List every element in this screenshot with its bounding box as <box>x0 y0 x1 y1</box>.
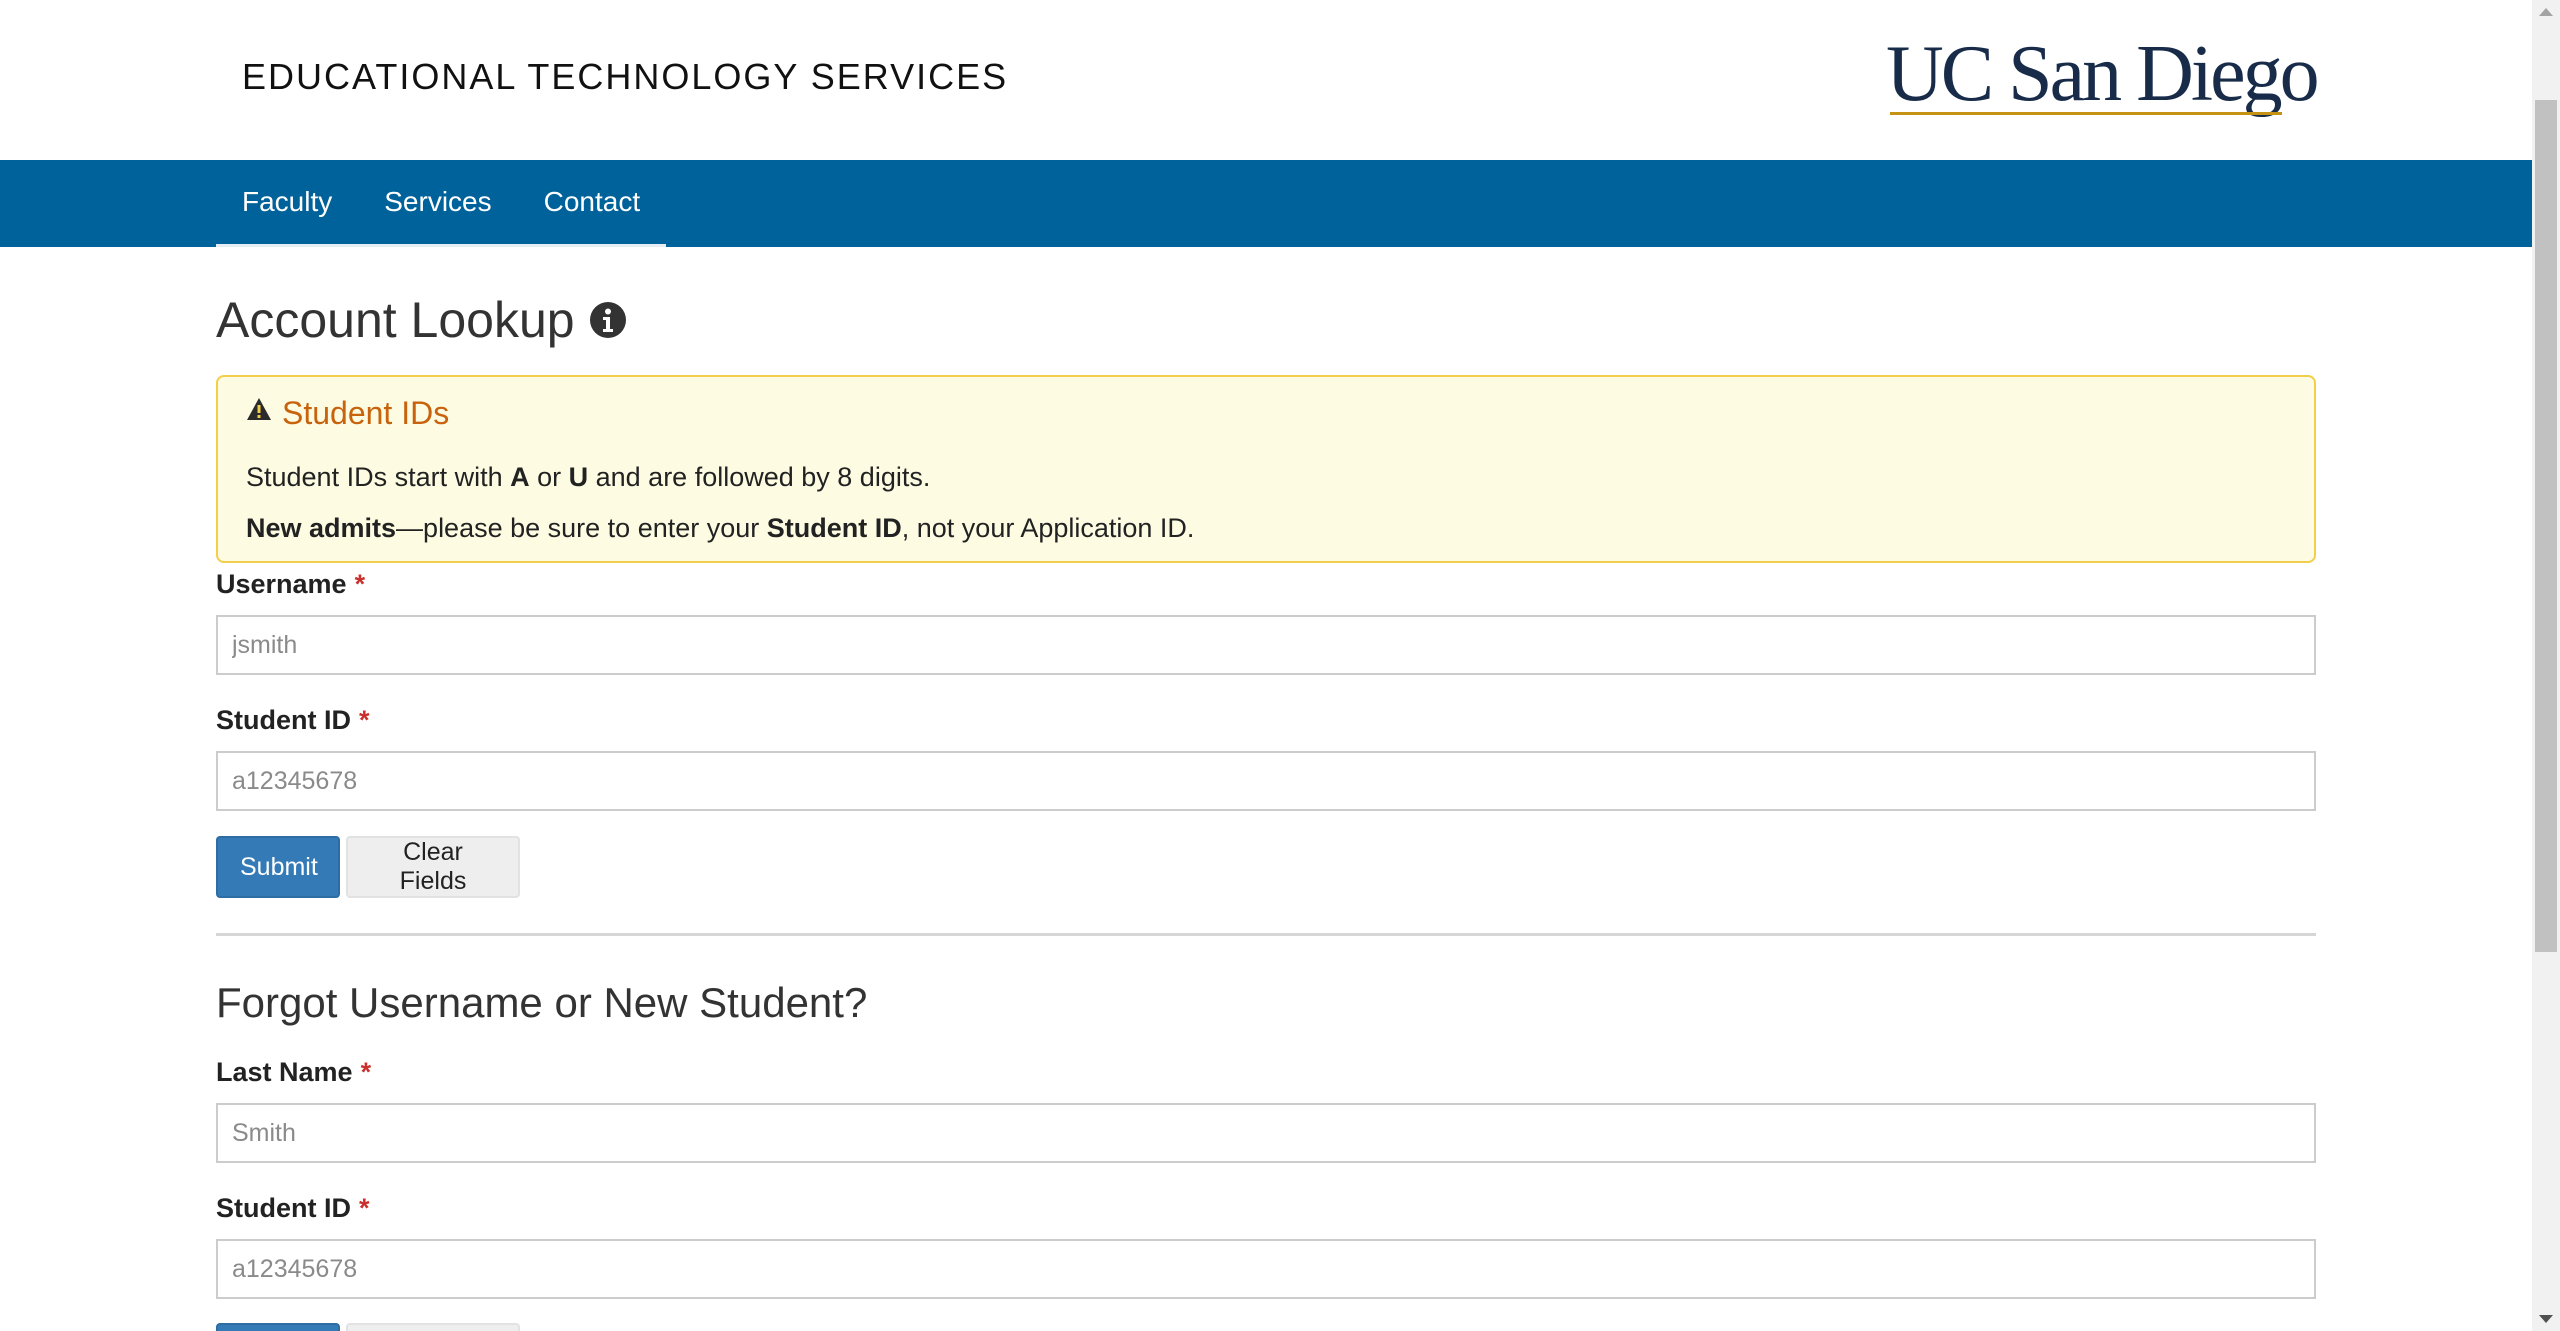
student-id-label-text: Student ID <box>216 705 351 735</box>
site-header: EDUCATIONAL TECHNOLOGY SERVICES UC San D… <box>0 0 2532 160</box>
site-title[interactable]: EDUCATIONAL TECHNOLOGY SERVICES <box>242 56 1008 98</box>
clear-fields-button[interactable]: Clear Fields <box>346 836 520 898</box>
scroll-thumb[interactable] <box>2535 100 2557 952</box>
required-marker: * <box>359 1193 370 1223</box>
username-label: Username * <box>216 569 365 600</box>
logo-text: UC San Diego <box>1886 30 2320 118</box>
alert-title: Student IDs <box>246 395 449 432</box>
scroll-down-arrow-icon[interactable] <box>2539 1315 2553 1323</box>
alert-title-text: Student IDs <box>282 395 450 431</box>
nav-item-services[interactable]: Services <box>358 160 517 244</box>
alert-text: or <box>529 462 569 492</box>
alert-bold-new-admits: New admits <box>246 513 397 543</box>
username-label-text: Username <box>216 569 347 599</box>
forgot-student-id-input[interactable] <box>216 1239 2316 1299</box>
page: EDUCATIONAL TECHNOLOGY SERVICES UC San D… <box>0 0 2532 1331</box>
alert-bold-student-id: Student ID <box>766 513 902 543</box>
alert-text: , not your Application ID. <box>901 513 1195 543</box>
required-marker: * <box>360 1057 372 1087</box>
uc-san-diego-logo[interactable]: UC San Diego <box>1886 30 2320 124</box>
alert-line-new-admits: New admits—please be sure to enter your … <box>246 513 1194 544</box>
student-id-alert: Student IDs Student IDs start with A or … <box>216 375 2316 563</box>
forgot-clear-fields-button[interactable] <box>346 1323 520 1331</box>
page-title-text: Account Lookup <box>216 292 575 348</box>
required-marker: * <box>354 569 366 599</box>
warning-icon <box>247 397 271 420</box>
nav-items: Faculty Services Contact <box>216 160 667 247</box>
last-name-label: Last Name * <box>216 1057 371 1088</box>
alert-text: —please be sure to enter your <box>396 513 767 543</box>
alert-line-id-format: Student IDs start with A or U and are fo… <box>246 462 930 493</box>
nav-item-faculty[interactable]: Faculty <box>216 160 358 244</box>
nav-item-contact[interactable]: Contact <box>518 160 667 244</box>
last-name-input[interactable] <box>216 1103 2316 1163</box>
forgot-student-id-label-text: Student ID <box>216 1193 351 1223</box>
scroll-up-arrow-icon[interactable] <box>2539 8 2553 16</box>
student-id-input[interactable] <box>216 751 2316 811</box>
alert-text: Student IDs start with <box>246 462 511 492</box>
required-marker: * <box>359 705 370 735</box>
submit-button[interactable]: Submit <box>216 836 340 898</box>
logo-underline <box>1890 112 2282 115</box>
section-divider <box>216 933 2316 936</box>
forgot-submit-button[interactable] <box>216 1323 340 1331</box>
vertical-scrollbar[interactable] <box>2532 0 2560 1331</box>
alert-text: and are followed by 8 digits. <box>588 462 931 492</box>
username-input[interactable] <box>216 615 2316 675</box>
alert-bold-a: A <box>510 462 530 492</box>
student-id-label: Student ID * <box>216 705 370 736</box>
page-title: Account Lookup <box>216 291 627 349</box>
forgot-section-heading: Forgot Username or New Student? <box>216 979 868 1026</box>
alert-bold-u: U <box>568 462 589 492</box>
info-icon[interactable] <box>589 301 627 339</box>
last-name-label-text: Last Name <box>216 1057 353 1087</box>
main-navbar: Faculty Services Contact <box>0 160 2532 247</box>
forgot-student-id-label: Student ID * <box>216 1193 370 1224</box>
